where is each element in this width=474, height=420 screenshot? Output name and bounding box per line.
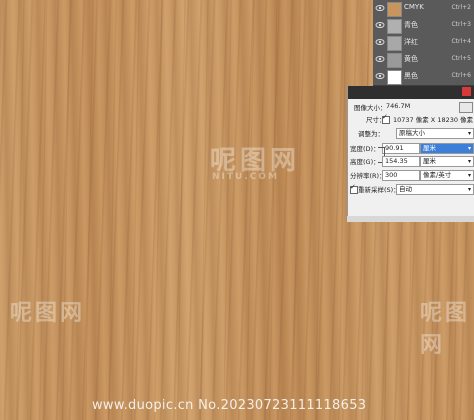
dialog-bottom-edge — [347, 216, 474, 222]
chevron-down-icon: ▾ — [467, 158, 471, 165]
watermark-sub: NITU.COM — [212, 172, 279, 182]
channel-thumbnail — [387, 19, 402, 34]
resample-row: 重新采样(S)： 自动 ▾ — [348, 183, 474, 196]
resample-select[interactable]: 自动 ▾ — [396, 184, 474, 195]
channel-row-magenta[interactable]: 洋红 Ctrl+4 — [373, 34, 474, 52]
chevron-down-icon: ▾ — [467, 172, 471, 179]
width-unit-select[interactable]: 厘米 ▾ — [420, 143, 474, 154]
dialog-titlebar[interactable] — [348, 86, 474, 99]
image-size-row: 图像大小： 746.7M — [348, 102, 474, 114]
resample-select-value: 自动 — [399, 185, 412, 193]
fit-select[interactable]: 原稿大小 ▾ — [396, 128, 474, 139]
eye-icon[interactable] — [375, 54, 385, 64]
resolution-input[interactable]: 300 — [382, 170, 420, 181]
channel-name: 黑色 — [404, 72, 418, 80]
width-row: 宽度(D)： 90.91 厘米 ▾ — [348, 143, 474, 155]
watermark-logo-right: 呢图网 — [420, 301, 471, 358]
channel-row-yellow[interactable]: 黄色 Ctrl+5 — [373, 51, 474, 69]
channel-thumbnail — [387, 36, 402, 51]
height-label: 高度(G)： — [350, 158, 380, 166]
height-row: 高度(G)： 154.35 厘米 ▾ — [348, 156, 474, 168]
channel-name: 洋红 — [404, 38, 418, 46]
settings-gear-icon[interactable] — [459, 102, 473, 113]
channel-name: CMYK — [404, 3, 424, 11]
channel-row-cyan[interactable]: 青色 Ctrl+3 — [373, 17, 474, 35]
width-input[interactable]: 90.91 — [382, 143, 420, 154]
eye-icon[interactable] — [375, 71, 385, 81]
eye-icon[interactable] — [375, 37, 385, 47]
width-label: 宽度(D)： — [350, 145, 380, 153]
height-input[interactable]: 154.35 — [382, 156, 420, 167]
watermark-footer: www.duopic.cn No.20230723111118653 — [92, 398, 367, 413]
image-size-label: 图像大小： — [354, 104, 387, 112]
channel-shortcut: Ctrl+4 — [451, 38, 471, 45]
chevron-down-icon: ▾ — [467, 145, 471, 152]
fit-label: 调整为： — [358, 130, 384, 138]
fit-select-value: 原稿大小 — [399, 129, 425, 137]
resolution-row: 分辨率(R)： 300 像素/英寸 ▾ — [348, 170, 474, 182]
resolution-unit-select[interactable]: 像素/英寸 ▾ — [420, 170, 474, 181]
resolution-unit-value: 像素/英寸 — [423, 171, 452, 179]
dimensions-row: 尺寸： 10737 像素 X 18230 像素 — [348, 113, 474, 126]
height-unit-select[interactable]: 厘米 ▾ — [420, 156, 474, 167]
dimensions-value: 10737 像素 X 18230 像素 — [393, 116, 474, 124]
image-size-value: 746.7M — [386, 102, 411, 110]
channel-shortcut: Ctrl+6 — [451, 72, 471, 79]
height-unit-value: 厘米 — [423, 157, 436, 165]
channel-name: 黄色 — [404, 55, 418, 63]
chevron-down-icon: ▾ — [467, 130, 471, 137]
channel-shortcut: Ctrl+3 — [451, 21, 471, 28]
resample-checkbox[interactable] — [350, 183, 358, 194]
dimensions-unit-toggle[interactable] — [382, 113, 390, 124]
resolution-label: 分辨率(R)： — [350, 172, 386, 180]
width-unit-value: 厘米 — [423, 144, 436, 152]
channel-shortcut: Ctrl+2 — [451, 4, 471, 11]
resample-label: 重新采样(S)： — [358, 186, 400, 194]
channel-row-black[interactable]: 黑色 Ctrl+6 — [373, 68, 474, 86]
channels-panel: CMYK Ctrl+2 青色 Ctrl+3 洋红 Ctrl+4 黄色 Ctrl+… — [373, 0, 474, 86]
channel-thumbnail — [387, 70, 402, 85]
channel-shortcut: Ctrl+5 — [451, 55, 471, 62]
channel-name: 青色 — [404, 21, 418, 29]
image-size-dialog: 图像大小： 746.7M 尺寸： 10737 像素 X 18230 像素 调整为… — [347, 86, 474, 216]
close-icon[interactable] — [462, 87, 471, 96]
eye-icon[interactable] — [375, 20, 385, 30]
channel-thumbnail — [387, 2, 402, 17]
fit-row: 调整为： 原稿大小 ▾ — [348, 128, 474, 140]
chevron-down-icon: ▾ — [467, 186, 471, 193]
channel-thumbnail — [387, 53, 402, 68]
watermark-logo-left: 呢图网 — [10, 301, 86, 326]
eye-icon[interactable] — [375, 3, 385, 13]
channel-row-cmyk[interactable]: CMYK Ctrl+2 — [373, 0, 474, 18]
